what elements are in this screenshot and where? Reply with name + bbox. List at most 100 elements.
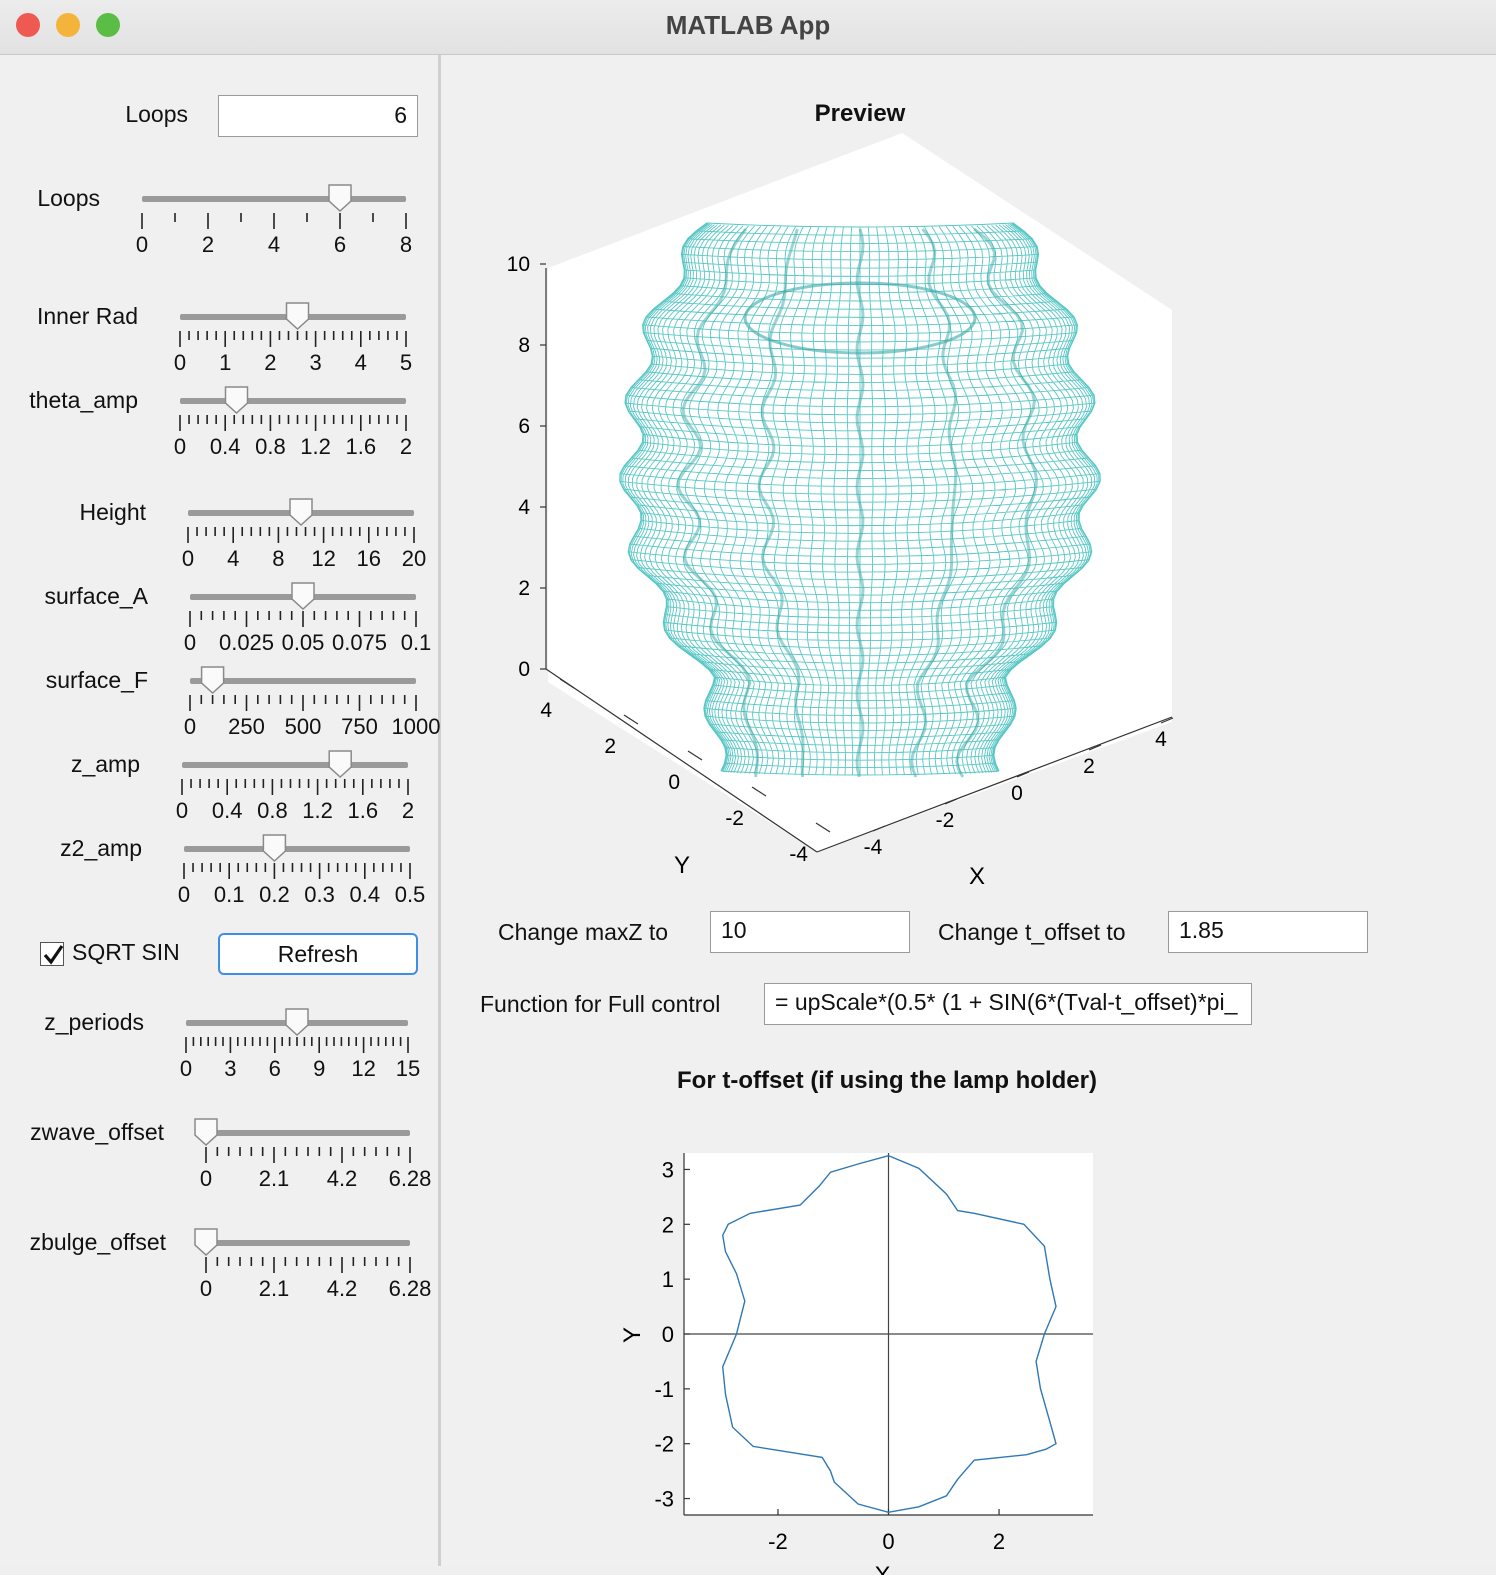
slider-track[interactable]	[184, 846, 410, 852]
slider-tick-label: 0	[180, 1056, 192, 1081]
slider-thumb[interactable]	[328, 750, 352, 779]
y-tick-label: 1	[662, 1267, 674, 1292]
slider-thumb[interactable]	[194, 1118, 218, 1147]
slider-track[interactable]	[180, 398, 406, 404]
y-tick-label: 0	[668, 771, 680, 794]
toffset-input[interactable]: 1.85	[1168, 911, 1368, 953]
slider-tick-label: 20	[402, 546, 426, 571]
window-title: MATLAB App	[665, 10, 831, 40]
slider-thumb[interactable]	[194, 1228, 218, 1257]
slider-tick-label: 15	[396, 1056, 420, 1081]
slider-tick-label: 8	[400, 232, 412, 257]
y-axis-label: Y	[674, 852, 690, 879]
x-axis-label: X	[969, 863, 985, 890]
maxz-input[interactable]: 10	[710, 911, 910, 953]
function-input[interactable]: = upScale*(0.5* (1 + SIN(6*(Tval-t_offse…	[764, 983, 1252, 1025]
x-tick-label: 2	[1083, 755, 1095, 778]
slider-tick-label: 0.4	[350, 882, 381, 907]
controls-panel: Loops 6 Loops 0 2 4 6 8 Inner Rad 0 1 2 3 4 5 theta_a…	[0, 55, 441, 1566]
preview-panel: Preview 0 2 4 6 8 10 4 2 0 -2 -4 -4 -2 0 2 4 Y X Chan…	[442, 55, 1496, 1575]
slider-thumb[interactable]	[285, 302, 310, 331]
slider-tick-label: 6.28	[389, 1276, 432, 1301]
slider-tick-label: 0.3	[304, 882, 335, 907]
slider-tick-label: 0	[176, 798, 188, 823]
slider[interactable]: 0 1 2 3 4 5	[160, 299, 426, 379]
t-offset-plot[interactable]: 3 2 1 0 -1 -2 -3 -2 0 2 X Y	[442, 1055, 1496, 1575]
slider-tick-label: 0	[174, 350, 186, 375]
slider-thumb[interactable]	[289, 498, 313, 527]
slider-thumb[interactable]	[262, 834, 287, 863]
slider-track[interactable]	[206, 1130, 410, 1136]
z-tick-label: 0	[518, 658, 530, 681]
slider-thumb[interactable]	[285, 1008, 309, 1037]
slider-thumb[interactable]	[224, 386, 249, 415]
slider-tick-label: 0	[184, 630, 196, 655]
slider[interactable]: 0 0.025 0.05 0.075 0.1	[170, 579, 436, 659]
slider[interactable]: 0 0.1 0.2 0.3 0.4 0.5	[164, 831, 430, 911]
slider-tick-label: 12	[351, 1056, 375, 1081]
slider[interactable]: 0 3 6 9 12 15	[166, 1005, 428, 1085]
slider-tick-label: 0.4	[212, 798, 243, 823]
slider-label: surface_F	[45, 667, 148, 693]
slider-tick-label: 5	[400, 350, 412, 375]
slider[interactable]: 0 0.4 0.8 1.2 1.6 2	[162, 747, 428, 827]
slider-tick-label: 6	[269, 1056, 281, 1081]
slider-tick-label: 750	[341, 714, 378, 739]
sqrt-sin-label: SQRT SIN	[72, 939, 180, 965]
slider-tick-label: 0	[174, 434, 186, 459]
slider-label: zwave_offset	[30, 1119, 164, 1145]
slider-label: Height	[79, 499, 146, 525]
slider-tick-label: 4	[355, 350, 367, 375]
slider-tick-label: 0	[178, 882, 190, 907]
slider-track[interactable]	[206, 1240, 410, 1246]
slider[interactable]: 0 0.4 0.8 1.2 1.6 2	[160, 383, 426, 463]
loops-field-label: Loops	[125, 101, 188, 127]
slider-track[interactable]	[142, 196, 406, 202]
slider-tick-label: 0	[200, 1166, 212, 1191]
slider-tick-label: 1.6	[348, 798, 379, 823]
slider-label: z_amp	[70, 751, 140, 777]
slider[interactable]: 0 2 4 6 8	[122, 181, 426, 261]
slider-tick-label: 0.05	[282, 630, 325, 655]
slider-tick-label: 4.2	[327, 1166, 358, 1191]
slider-thumb[interactable]	[291, 582, 315, 611]
x-tick-label: 0	[1011, 782, 1023, 805]
slider-tick-label: 2	[264, 350, 276, 375]
loops-field[interactable]: 6	[218, 95, 418, 137]
slider[interactable]: 0 4 8 12 16 20	[168, 495, 434, 575]
y-tick-label: 3	[662, 1157, 674, 1182]
slider[interactable]: 0 2.1 4.2 6.28	[186, 1225, 432, 1305]
slider-label: surface_A	[44, 583, 148, 609]
slider[interactable]: 0 250 500 750 1000	[170, 663, 440, 743]
z-tick-label: 8	[518, 334, 530, 357]
slider-tick-label: 0.4	[210, 434, 241, 459]
preview-3d-plot[interactable]: 0 2 4 6 8 10 4 2 0 -2 -4 -4 -2 0 2 4 Y X	[442, 55, 1496, 955]
x-tick-label: -2	[936, 809, 955, 832]
slider-tick-label: 4	[227, 546, 239, 571]
slider-track[interactable]	[182, 762, 408, 768]
slider-tick-label: 0	[136, 232, 148, 257]
slider[interactable]: 0 2.1 4.2 6.28	[186, 1115, 432, 1195]
y-tick-label: -1	[654, 1377, 674, 1402]
checkmark-icon	[43, 945, 64, 965]
function-label: Function for Full control	[480, 991, 721, 1017]
slider-tick-label: 4.2	[327, 1276, 358, 1301]
slider-tick-label: 8	[272, 546, 284, 571]
sqrt-sin-checkbox[interactable]	[40, 942, 64, 966]
slider-thumb[interactable]	[328, 184, 352, 213]
slider-tick-label: 6.28	[389, 1166, 432, 1191]
slider-label: Loops	[37, 185, 100, 211]
slider-tick-label: 0.1	[401, 630, 432, 655]
x-tick-label: -4	[864, 836, 883, 859]
y-tick-label: 2	[604, 735, 616, 758]
y-axis-label: Y	[619, 1327, 646, 1343]
x-tick-label: 4	[1155, 728, 1167, 751]
x-tick-label: 2	[993, 1529, 1005, 1554]
slider-tick-label: 2	[202, 232, 214, 257]
slider-tick-label: 9	[313, 1056, 325, 1081]
slider-tick-label: 1	[219, 350, 231, 375]
slider-tick-label: 12	[311, 546, 335, 571]
slider-tick-label: 1000	[392, 714, 441, 739]
slider-thumb[interactable]	[200, 666, 225, 695]
refresh-button[interactable]: Refresh	[218, 933, 418, 975]
